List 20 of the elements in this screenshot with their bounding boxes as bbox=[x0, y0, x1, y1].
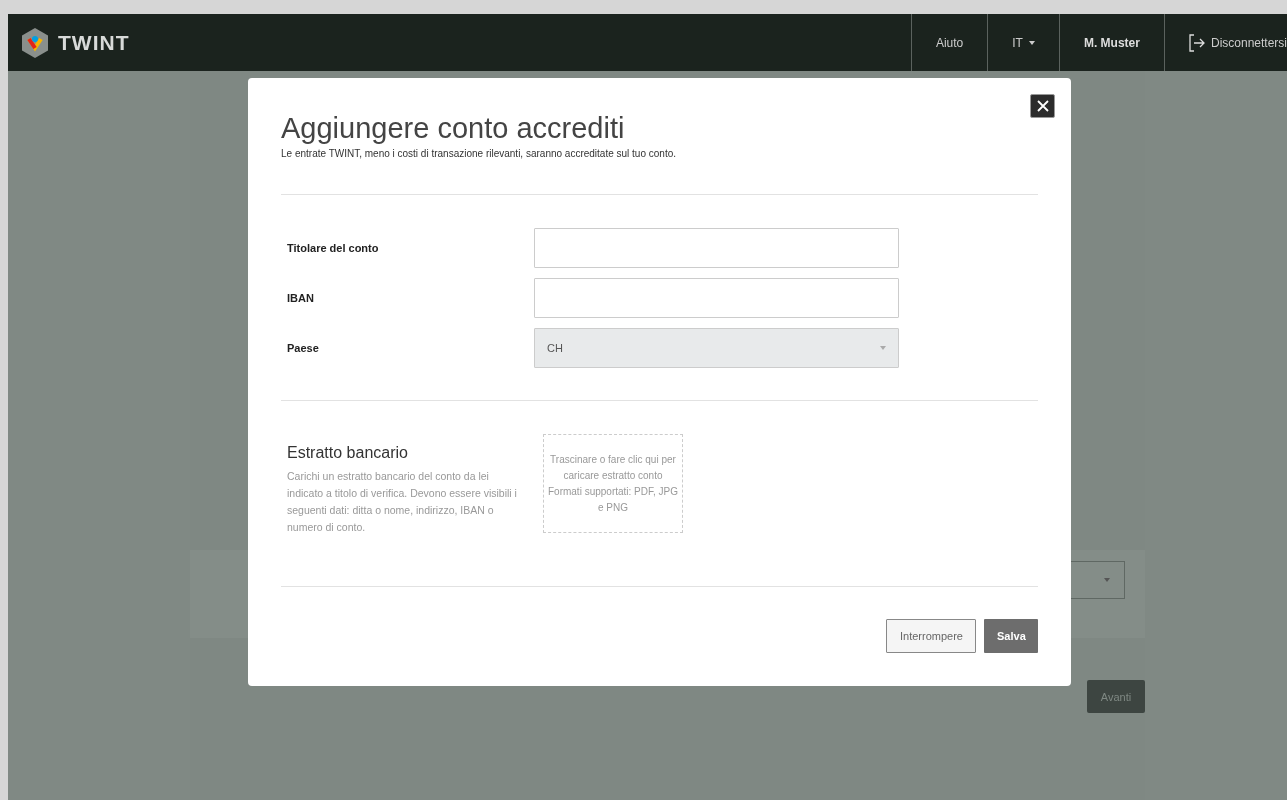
section-title: Estratto bancario bbox=[287, 444, 409, 462]
logo-icon bbox=[20, 26, 50, 59]
field-label: IBAN bbox=[286, 292, 315, 304]
dialog-title: Aggiungere conto accrediti bbox=[281, 112, 626, 145]
close-icon bbox=[1036, 100, 1049, 112]
field-label: Paese bbox=[286, 342, 320, 354]
dialog-subtitle: Le entrate TWINT, meno i costi di transazione rilevanti, saranno accreditate sul tuo conto. bbox=[281, 148, 677, 159]
save-button[interactable]: Salva bbox=[984, 619, 1038, 653]
caret-icon bbox=[1028, 40, 1035, 45]
logo-text[interactable]: TWINT bbox=[58, 30, 130, 55]
input-field[interactable] bbox=[534, 278, 899, 318]
logout-icon bbox=[1188, 33, 1205, 52]
caret-icon bbox=[1104, 578, 1110, 582]
cancel-button[interactable]: Interrompere bbox=[886, 619, 976, 653]
section-description: Carichi un estratto bancario del conto da lei indicato a titolo di verifica. Devono essere visibili i seguenti dati: ditta o nome, indirizzo, IBAN o numero di conto. bbox=[287, 469, 518, 535]
caret-icon bbox=[880, 346, 886, 350]
input-field[interactable] bbox=[534, 228, 899, 268]
close-button[interactable] bbox=[1030, 94, 1055, 118]
country-select[interactable]: CH bbox=[534, 328, 899, 368]
field-label: Titolare del conto bbox=[286, 242, 380, 254]
